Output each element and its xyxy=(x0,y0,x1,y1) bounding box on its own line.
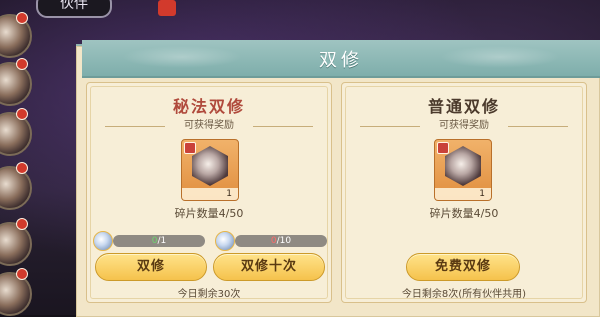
partner-portrait-icon xyxy=(192,146,228,186)
cost-need: /1 xyxy=(157,236,167,246)
item-count: 1 xyxy=(435,188,491,200)
dialog-title: 双修 xyxy=(319,50,363,71)
cost-bar: 0/1 xyxy=(113,235,205,247)
normal-cultivation-panel: 普通双修 可获得奖励 1 碎片数量4/50 免费双修 今日剩余8次(所有伙伴共用… xyxy=(341,82,587,303)
fragment-reward-item[interactable]: 1 xyxy=(434,139,492,201)
notification-dot xyxy=(16,108,28,120)
secret-cultivation-panel: 秘法双修 可获得奖励 1 碎片数量4/50 0/1 0/10 双修 双修十次 今… xyxy=(86,82,332,303)
fragment-tag-icon xyxy=(184,142,196,154)
fragment-reward-item[interactable]: 1 xyxy=(181,139,239,201)
notification-dot xyxy=(16,218,28,230)
fragment-count: 碎片数量4/50 xyxy=(429,207,499,220)
cultivate-once-button[interactable]: 双修 xyxy=(95,253,207,281)
notification-badge[interactable] xyxy=(158,0,176,16)
notification-dot xyxy=(16,268,28,280)
free-cultivate-button[interactable]: 免费双修 xyxy=(406,253,520,281)
fragment-count: 碎片数量4/50 xyxy=(174,207,244,220)
tab-partner[interactable]: 伙伴 xyxy=(36,0,112,18)
notification-dot xyxy=(16,162,28,174)
fragment-tag-icon xyxy=(437,142,449,154)
spirit-token-icon xyxy=(215,231,235,251)
cost-bar: 0/10 xyxy=(235,235,327,247)
panel-title: 秘法双修 xyxy=(172,97,245,116)
cultivate-ten-button[interactable]: 双修十次 xyxy=(213,253,325,281)
notification-dot xyxy=(16,12,28,24)
spirit-token-icon xyxy=(93,231,113,251)
remaining-count: 今日剩余30次 xyxy=(177,289,241,300)
reward-header: 可获得奖励 xyxy=(105,119,313,133)
panel-title: 普通双修 xyxy=(427,97,500,116)
cost-need: /10 xyxy=(276,236,292,246)
cost-row-single: 0/1 xyxy=(93,231,205,251)
reward-header: 可获得奖励 xyxy=(360,119,568,133)
partner-portrait-icon xyxy=(445,146,481,186)
notification-dot xyxy=(16,58,28,70)
dialog-title-bar: 双修 xyxy=(82,40,600,78)
remaining-count: 今日剩余8次(所有伙伴共用) xyxy=(401,289,527,300)
item-count: 1 xyxy=(182,188,238,200)
cost-row-ten: 0/10 xyxy=(215,231,327,251)
